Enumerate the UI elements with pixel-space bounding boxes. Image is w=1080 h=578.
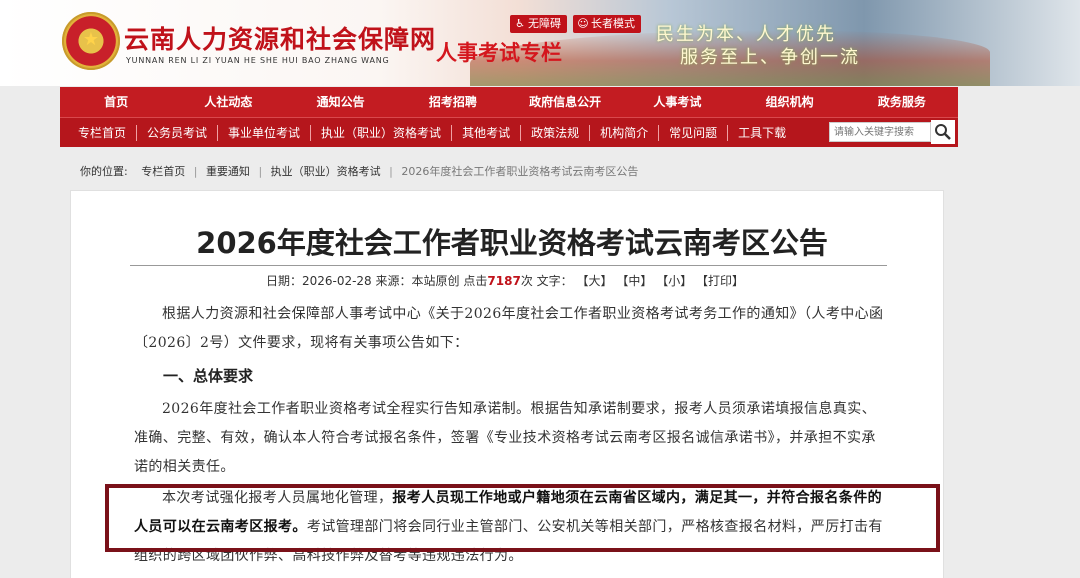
print-button[interactable]: 【打印】 xyxy=(696,274,744,288)
sub-nav: 专栏首页 公务员考试 事业单位考试 执业（职业）资格考试 其他考试 政策法规 机… xyxy=(60,117,958,147)
intro-paragraph: 根据人力资源和社会保障部人事考试中心《关于2026年度社会工作者职业资格考试考务… xyxy=(134,306,884,351)
breadcrumb-item[interactable]: 重要通知 xyxy=(206,165,250,178)
title-divider xyxy=(130,265,887,266)
nav-exams[interactable]: 人事考试 xyxy=(621,87,733,117)
main-nav: 首页 人社动态 通知公告 招考招聘 政府信息公开 人事考试 组织机构 政务服务 xyxy=(60,87,958,117)
hit-count: 7187 xyxy=(487,274,521,288)
search-button[interactable] xyxy=(931,120,955,144)
article-meta: 日期：2026-02-28 来源：本站原创 点击7187次 文字： 【大】 【中… xyxy=(265,274,745,288)
font-large-button[interactable]: 【大】 xyxy=(577,274,613,288)
slogan-line-2: 服务至上、争创一流 xyxy=(680,47,860,68)
breadcrumb-item[interactable]: 执业（职业）资格考试 xyxy=(271,165,381,178)
column-title: 人事考试专栏 xyxy=(436,40,562,65)
nav-gov-info[interactable]: 政府信息公开 xyxy=(509,87,621,117)
search-input[interactable] xyxy=(829,122,931,142)
article-date: 2026-02-28 xyxy=(301,274,372,288)
nav-home[interactable]: 首页 xyxy=(60,87,172,117)
subnav-other-exams[interactable]: 其他考试 xyxy=(452,124,522,141)
breadcrumb-current: 2026年度社会工作者职业资格考试云南考区公告 xyxy=(401,165,639,178)
subnav-downloads[interactable]: 工具下载 xyxy=(728,125,796,141)
font-medium-button[interactable]: 【中】 xyxy=(616,274,652,288)
subnav-column-home[interactable]: 专栏首页 xyxy=(68,124,138,141)
site-title-en: YUNNAN REN LI ZI YUAN HE SHE HUI BAO ZHA… xyxy=(126,56,390,65)
search-icon xyxy=(935,124,951,140)
breadcrumb-item[interactable]: 专栏首页 xyxy=(141,165,185,178)
subnav-public-institution[interactable]: 事业单位考试 xyxy=(218,124,312,141)
article-title: 2026年度社会工作者职业资格考试云南考区公告 xyxy=(196,226,828,260)
elder-icon: ☺ xyxy=(577,17,589,30)
nav-news[interactable]: 人社动态 xyxy=(172,87,284,117)
article-source: 本站原创 xyxy=(411,274,460,288)
nav-organization[interactable]: 组织机构 xyxy=(734,87,846,117)
section-heading: 一、总体要求 xyxy=(163,367,254,385)
body-paragraph-1: 2026年度社会工作者职业资格考试全程实行告知承诺制。根据告知承诺制要求，报考人… xyxy=(134,401,877,475)
subnav-civil-servant[interactable]: 公务员考试 xyxy=(137,124,219,141)
elder-mode-button[interactable]: ☺ 长者模式 xyxy=(573,15,641,33)
subnav-policies[interactable]: 政策法规 xyxy=(521,124,591,141)
font-small-button[interactable]: 【小】 xyxy=(656,274,692,288)
nav-notices[interactable]: 通知公告 xyxy=(285,87,397,117)
nav-services[interactable]: 政务服务 xyxy=(846,87,958,117)
nav-recruitment[interactable]: 招考招聘 xyxy=(397,87,509,117)
subnav-about[interactable]: 机构简介 xyxy=(590,124,660,141)
subnav-qualification[interactable]: 执业（职业）资格考试 xyxy=(311,124,453,141)
accessibility-button[interactable]: ♿ 无障碍 xyxy=(510,15,567,33)
national-emblem-icon: ★ xyxy=(62,12,120,70)
wheelchair-icon: ♿ xyxy=(515,17,525,30)
site-title[interactable]: 云南人力资源和社会保障网 xyxy=(124,20,436,56)
subnav-faq[interactable]: 常见问题 xyxy=(659,124,729,141)
breadcrumb: 你的位置: 专栏首页 | 重要通知 | 执业（职业）资格考试 | 2026年度社… xyxy=(80,165,639,178)
highlight-annotation-box xyxy=(105,484,940,552)
